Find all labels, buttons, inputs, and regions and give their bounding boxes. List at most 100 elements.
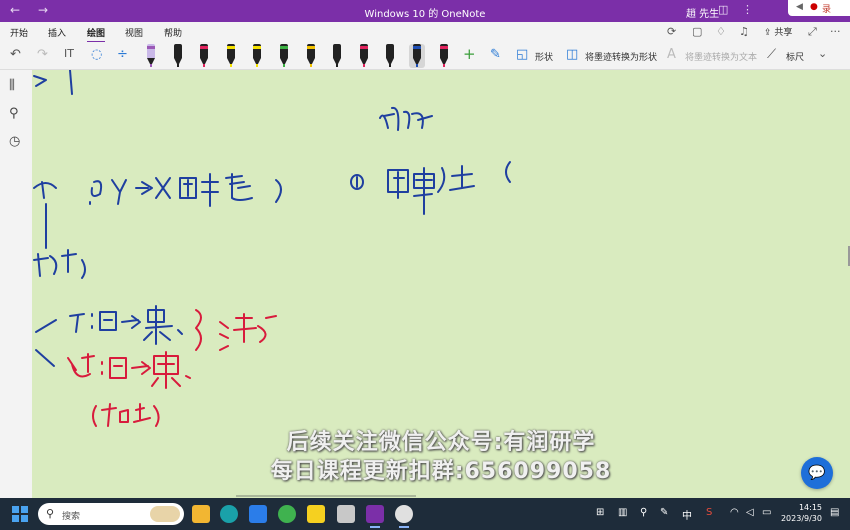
pen-1[interactable]: [143, 44, 159, 68]
chevron-down-icon[interactable]: ⌄: [818, 47, 827, 60]
notification-icon[interactable]: ▤: [830, 507, 839, 518]
wifi-icon[interactable]: ◠: [730, 507, 739, 518]
pen-12[interactable]: [436, 44, 452, 68]
record-widget[interactable]: ◀ ● 录: [788, 0, 850, 16]
ink-red-dot: [185, 375, 191, 379]
clock[interactable]: 14:15 2023/9/30: [780, 502, 822, 524]
microphone-icon[interactable]: ⚲: [640, 507, 647, 518]
ink-char4: [225, 173, 253, 201]
ink-red-text: [92, 403, 160, 427]
pen-3[interactable]: [196, 44, 212, 68]
ink-title: [379, 106, 433, 131]
ink-arrow2: [135, 181, 153, 195]
clock-date: 2023/9/30: [780, 514, 822, 523]
sogou-icon[interactable]: S: [706, 507, 712, 518]
volume-icon[interactable]: ◁: [746, 507, 754, 518]
ink-stroke: [69, 70, 73, 95]
tray-icon-1[interactable]: ⊞: [596, 507, 604, 518]
record-dot-icon: ●: [810, 2, 818, 12]
share-button[interactable]: ⇪ 共享: [764, 25, 792, 38]
ink-to-text-icon[interactable]: A: [667, 47, 676, 62]
tab-insert[interactable]: 插入: [48, 26, 66, 39]
draw-toolbar: ↶ ↷ ⅠT ◌ ÷ + ✎ ◱ 形状 ◫ 将墨迹转换为形状 A 将墨迹转换为文…: [0, 42, 850, 70]
ink-red-char: [219, 313, 277, 351]
undo-icon[interactable]: ↶: [10, 47, 21, 62]
chrome-icon[interactable]: [395, 505, 413, 528]
shapes-button[interactable]: 形状: [535, 50, 553, 63]
more-icon[interactable]: ⋮: [742, 3, 753, 16]
ink-char7: [437, 165, 475, 193]
ink-arrow3: [121, 315, 141, 329]
type-select-icon[interactable]: ⅠT: [64, 47, 74, 60]
notebook-icon[interactable]: ▢: [692, 25, 702, 38]
ink-char9: [69, 313, 85, 333]
taskbar-search[interactable]: ⚲ 搜索: [38, 503, 184, 525]
tray-icon-2[interactable]: ▥: [618, 507, 627, 518]
ink-paren: [275, 179, 282, 203]
title-bar: ← → Windows 10 的 OneNote 趙 先生 ◫ ⋮ ◀ ● 录: [0, 0, 850, 22]
tab-home[interactable]: 开始: [10, 26, 28, 39]
notebooks-icon[interactable]: ⫼: [9, 78, 15, 93]
pen-6[interactable]: [276, 44, 292, 68]
ink-to-text-button[interactable]: 将墨迹转换为文本: [685, 50, 757, 63]
recent-icon[interactable]: ◷: [9, 134, 20, 149]
ink-paren2: [505, 161, 511, 183]
pen-8[interactable]: [329, 44, 345, 68]
battery-icon[interactable]: ▭: [762, 507, 771, 518]
ruler-icon[interactable]: ⟋: [767, 47, 776, 62]
pen-icon[interactable]: ✎: [660, 507, 668, 518]
pen-10[interactable]: [382, 44, 398, 68]
note-canvas[interactable]: 后续关注微信公众号:有润研学 每日课程更新扣群:656099058 💬: [32, 70, 850, 498]
add-pen-icon[interactable]: +: [463, 45, 476, 63]
ruler-button[interactable]: 标尺: [786, 50, 804, 63]
ink-red-char2: [67, 353, 95, 378]
ime-label[interactable]: 中: [682, 507, 692, 522]
ink-to-shape-button[interactable]: 将墨迹转换为形状: [585, 50, 657, 63]
ink-replay-icon[interactable]: ✎: [490, 47, 501, 62]
windows-start-icon[interactable]: [12, 506, 28, 522]
pen-11[interactable]: [409, 44, 425, 68]
left-sidebar: ⫼ ⚲ ◷: [0, 70, 32, 498]
tab-view[interactable]: 视图: [125, 26, 143, 39]
wechat-icon[interactable]: [278, 505, 296, 523]
insert-space-icon[interactable]: ÷: [117, 47, 128, 62]
lightbulb-icon[interactable]: ♢: [716, 25, 726, 38]
sync-icon[interactable]: ⟳: [667, 25, 676, 38]
ink-red-arrow: [131, 361, 151, 375]
expand-icon[interactable]: ⤢: [808, 25, 817, 39]
store-icon[interactable]: [249, 505, 267, 523]
edge-icon[interactable]: [220, 505, 238, 523]
horizontal-scrollbar[interactable]: [236, 495, 416, 497]
onenote-icon[interactable]: [366, 505, 384, 528]
search-highlight-image: [150, 506, 180, 522]
ink-char5: [387, 169, 409, 199]
pen-7[interactable]: [303, 44, 319, 68]
tab-help[interactable]: 帮助: [164, 26, 182, 39]
search-placeholder: 搜索: [62, 512, 81, 522]
file-explorer-icon[interactable]: [192, 505, 210, 523]
ink-char3: [201, 173, 219, 207]
redo-icon[interactable]: ↷: [37, 47, 48, 62]
ink-char12: [177, 329, 183, 335]
taskbar: ⚲ 搜索 ⊞ ▥ ⚲ ✎ 中 S ◠ ◁ ▭ 14:15 2023/9/30 ▤: [0, 498, 850, 530]
ink-y: [111, 179, 127, 205]
snipping-tool-icon[interactable]: [337, 505, 355, 523]
feedback-chat-button[interactable]: 💬: [801, 457, 833, 489]
more-options-icon[interactable]: ···: [830, 25, 841, 38]
search-icon[interactable]: ⚲: [9, 106, 19, 121]
chat-icon: 💬: [808, 465, 826, 481]
pen-5[interactable]: [249, 44, 265, 68]
pen-2[interactable]: [170, 44, 186, 68]
account-icon[interactable]: ◫: [718, 3, 728, 16]
user-name[interactable]: 趙 先生: [686, 5, 719, 20]
pen-9[interactable]: [356, 44, 372, 68]
lasso-select-icon[interactable]: ◌: [91, 47, 102, 62]
ink-to-shape-icon[interactable]: ◫: [566, 47, 578, 62]
pen-4[interactable]: [223, 44, 239, 68]
ink-red-char3: [109, 357, 127, 379]
sticky-notes-icon[interactable]: [307, 505, 325, 523]
ink-red-char4: [151, 351, 181, 389]
tab-draw[interactable]: 绘图: [87, 26, 106, 43]
shapes-icon[interactable]: ◱: [516, 47, 528, 62]
bell-icon[interactable]: ♫: [739, 25, 749, 38]
